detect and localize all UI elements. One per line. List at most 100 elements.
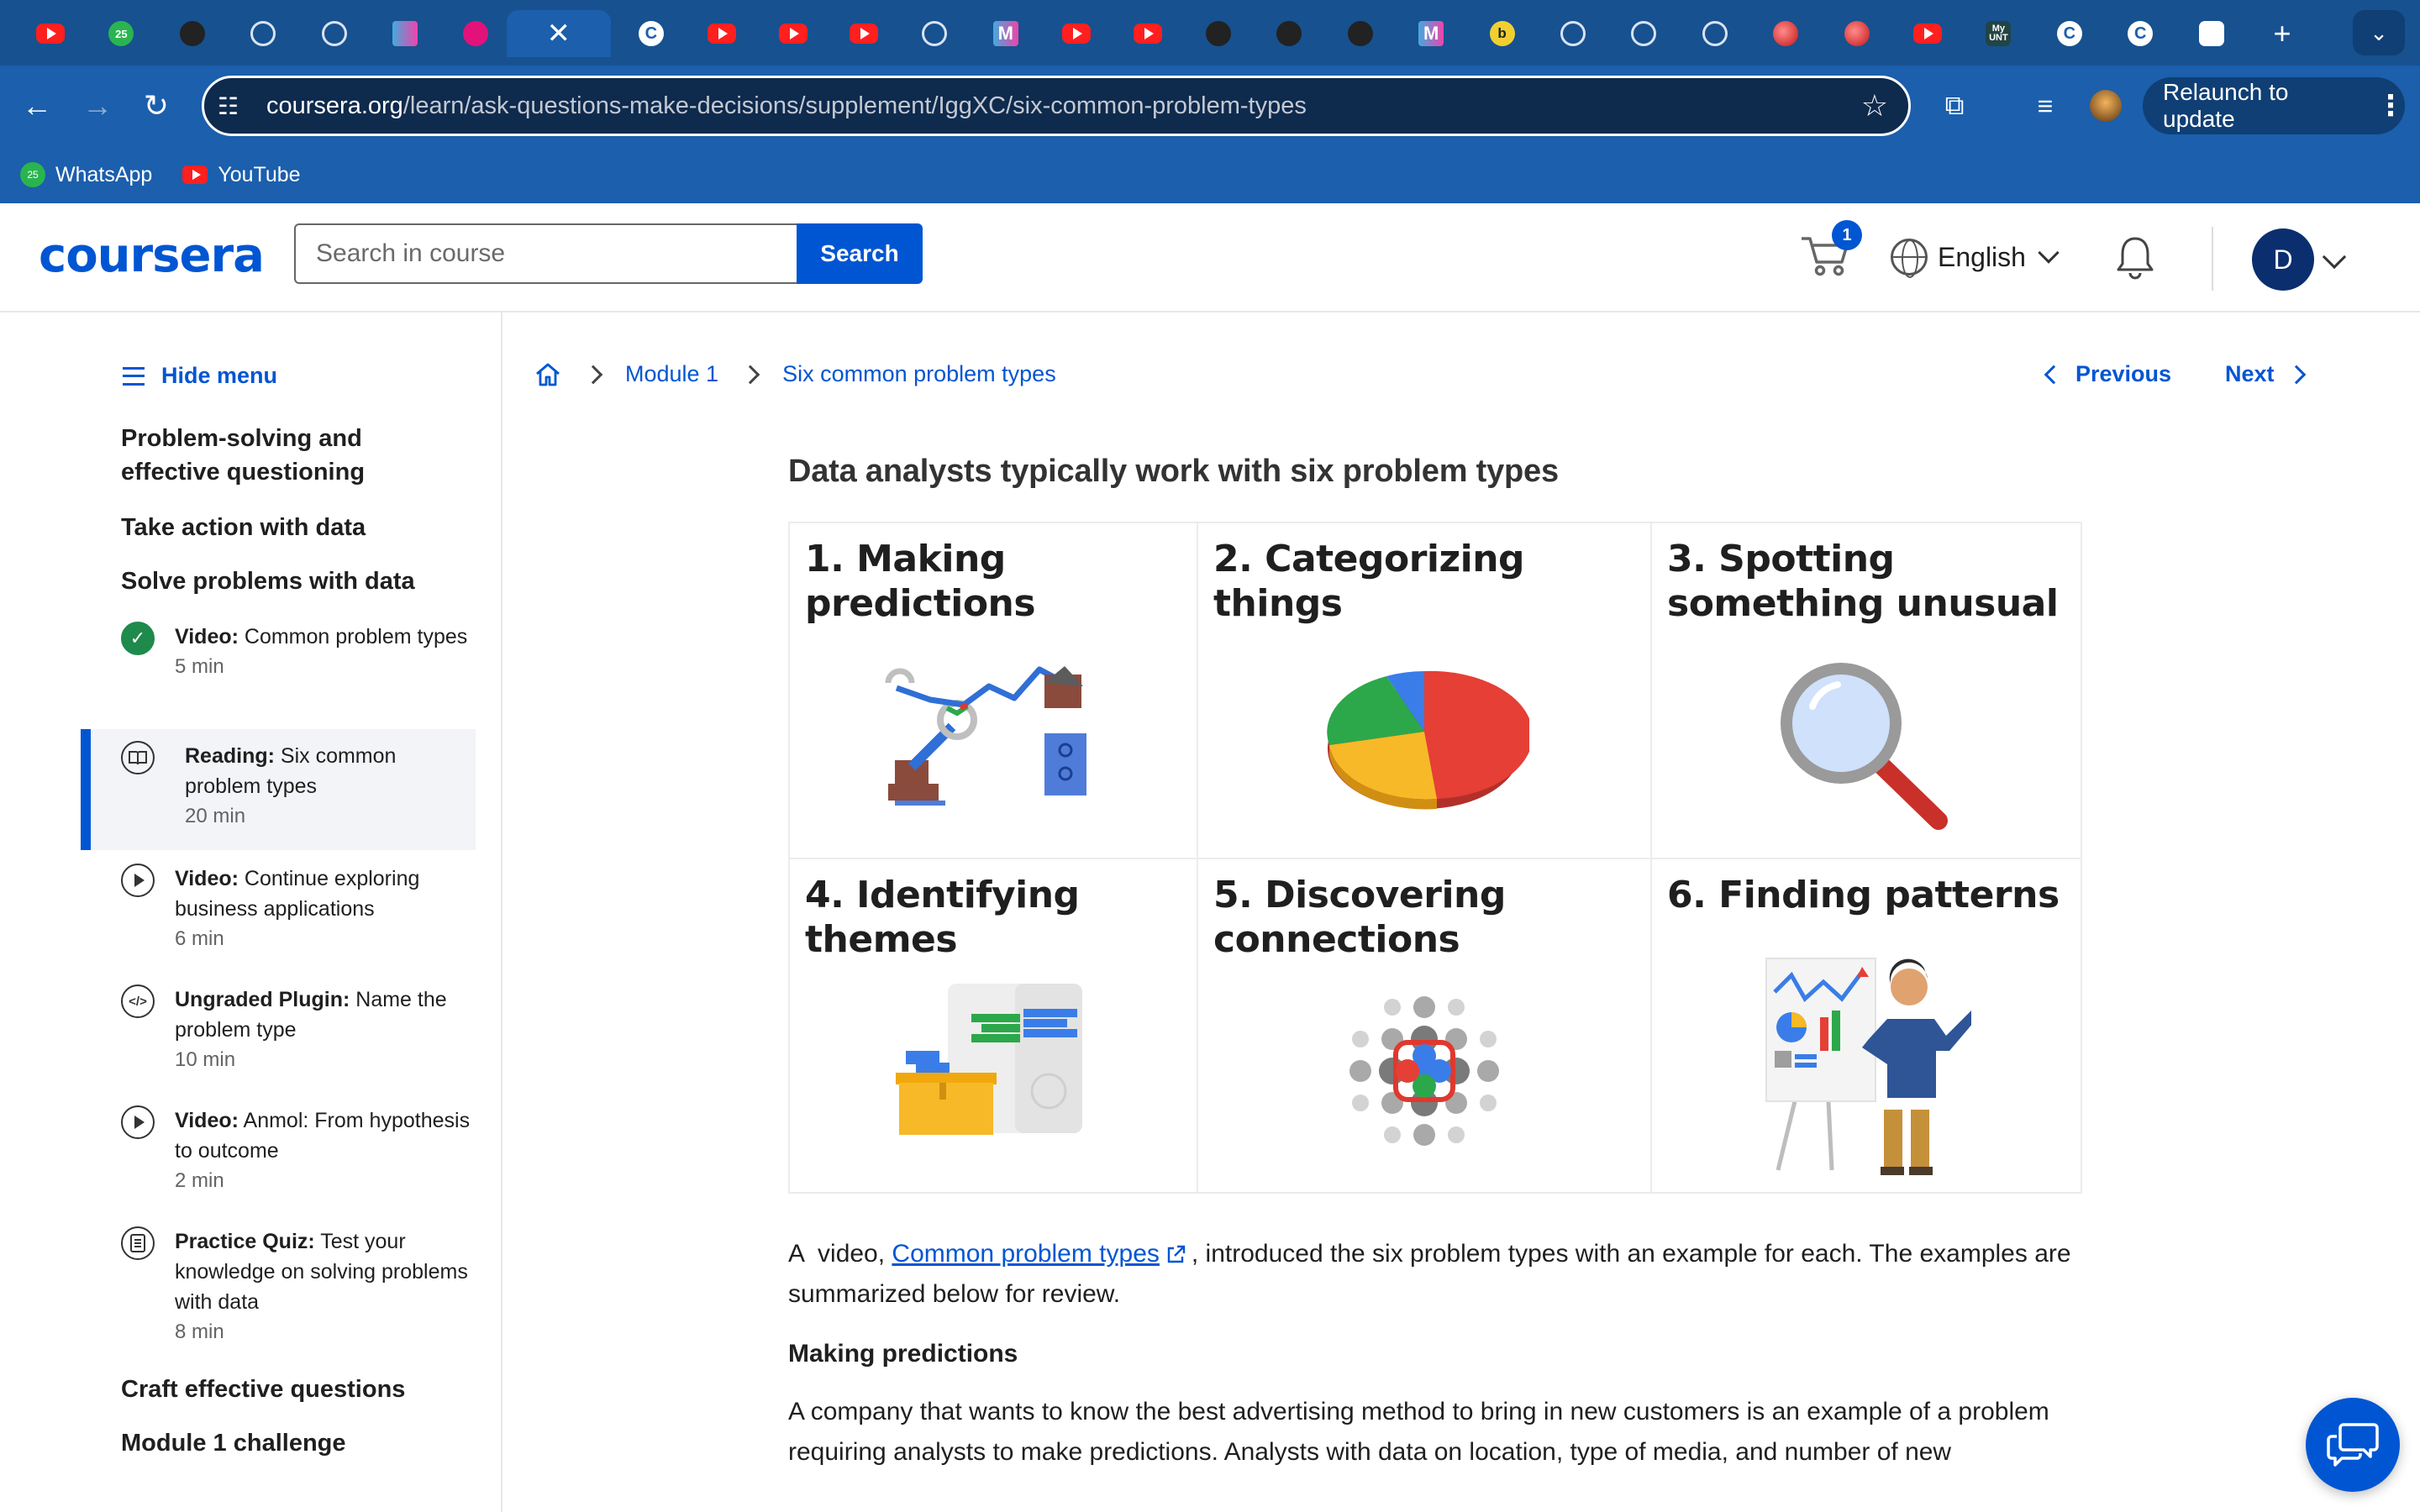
dots-network-icon [1349,996,1499,1146]
browser-tab[interactable] [2178,10,2245,57]
site-settings-icon[interactable]: ☷ [218,92,251,120]
tab-search-dropdown[interactable]: ⌄ [2353,10,2405,55]
course-sidebar: Hide menu Problem-solving and effective … [0,312,502,1512]
more-menu-icon[interactable]: ⋮ [2376,89,2405,123]
plus-icon[interactable]: + [2270,16,2295,50]
notifications-bell-icon[interactable] [2114,234,2156,281]
youtube-icon [708,24,737,44]
header-divider [2212,227,2213,291]
sidebar-item-practice-quiz[interactable]: Practice Quiz: Test your knowledge on so… [81,1226,476,1344]
browser-tab[interactable] [760,10,827,57]
coursera-icon: C [638,21,664,46]
problem-type-title: 2. Categorizing things [1213,538,1525,625]
extensions-icon[interactable]: ⧉ [1933,84,1976,128]
bookmark-whatsapp[interactable]: 25 WhatsApp [20,162,152,187]
bookmarks-bar: 25 WhatsApp YouTube [0,146,2420,203]
browser-tab[interactable] [1114,10,1181,57]
browser-tab[interactable]: C [2036,10,2103,57]
browser-tab[interactable] [688,10,755,57]
browser-tab[interactable] [442,10,509,57]
bookmark-youtube[interactable]: YouTube [182,163,301,187]
youtube-icon [36,24,65,44]
course-search-input[interactable] [294,223,798,284]
sidebar-item-video-common-problem-types[interactable]: ✓ Video: Common problem types 5 min [81,622,476,679]
external-link-icon[interactable] [1165,1244,1186,1266]
breadcrumb-separator-icon [740,365,760,384]
media-controls-icon[interactable]: ≡ [2023,84,2067,128]
coursera-logo[interactable]: coursera [39,228,265,283]
person-chart-board-icon [1765,958,1971,1175]
section-heading-making-predictions: Making predictions [788,1340,1018,1368]
browser-tab[interactable] [1681,10,1749,57]
sidebar-item-reading-six-problem-types[interactable]: Reading: Six common problem types 20 min [81,729,476,850]
sidebar-section-craft-questions[interactable]: Craft effective questions [121,1373,405,1406]
browser-tab[interactable]: My UNT [1965,10,2032,57]
browser-tab[interactable] [1539,10,1607,57]
common-problem-types-video-link[interactable]: Common problem types [892,1240,1159,1268]
browser-tab[interactable] [1327,10,1394,57]
tab-strip: 25 ✕ C M Mb My UNT C C + [0,0,2420,66]
sidebar-section-problem-solving[interactable]: Problem-solving and effective questionin… [121,422,407,489]
browser-tab[interactable]: 25 [87,10,155,57]
chevron-right-icon [2286,365,2306,384]
problem-type-card-6: 6. Finding patterns [1652,859,2081,1194]
url-text[interactable]: coursera.org/learn/ask-questions-make-de… [266,92,1307,120]
chat-support-button[interactable] [2306,1398,2400,1492]
browser-tab[interactable] [159,10,226,57]
reload-button[interactable]: ↻ [134,84,178,128]
browser-tab[interactable]: C [618,10,685,57]
browser-tab[interactable] [1043,10,1110,57]
browser-tab[interactable]: C [2107,10,2174,57]
browser-tab[interactable]: M [972,10,1039,57]
previous-button[interactable]: Previous [2044,361,2171,387]
close-icon[interactable]: ✕ [546,18,571,50]
sidebar-section-module-challenge[interactable]: Module 1 challenge [121,1426,346,1460]
breadcrumb-module-link[interactable]: Module 1 [625,361,718,387]
browser-tab-active[interactable]: ✕ [506,10,611,57]
sidebar-item-video-continue-exploring[interactable]: Video: Continue exploring business appli… [81,864,476,951]
youtube-icon [1133,24,1162,44]
back-button[interactable]: ← [15,84,59,128]
circle-icon [250,21,276,46]
browser-tab[interactable] [301,10,368,57]
home-icon[interactable] [534,362,561,387]
sidebar-item-video-anmol[interactable]: Video: Anmol: From hypothesis to outcome… [81,1105,476,1193]
address-bar[interactable]: ☷ coursera.org/learn/ask-questions-make-… [202,76,1911,136]
sidebar-item-plugin-name-problem-type[interactable]: </> Ungraded Plugin: Name the problem ty… [81,984,476,1072]
browser-tab[interactable] [1894,10,1961,57]
account-chevron-down-icon[interactable] [2322,244,2347,270]
whatsapp-icon: 25 [20,162,45,187]
browser-tab[interactable] [1185,10,1252,57]
browser-tab[interactable] [1823,10,1891,57]
browser-tab[interactable] [1255,10,1323,57]
problem-type-card-5: 5. Discovering connections [1198,859,1652,1194]
browser-tab[interactable] [901,10,968,57]
browser-tab[interactable]: + [2249,10,2316,57]
bookmark-star-icon[interactable]: ☆ [1861,88,1888,123]
browser-tab[interactable] [830,10,897,57]
making-predictions-paragraph: A company that wants to know the best ad… [788,1398,2049,1466]
problem-types-grid: 1. Making predictions 2. Categorizing th… [788,522,2082,1194]
browser-toolbar: ← → ↻ ☷ coursera.org/learn/ask-questions… [0,66,2420,146]
browser-tab[interactable] [229,10,297,57]
language-selector[interactable]: English [1891,239,2060,278]
sidebar-section-take-action[interactable]: Take action with data [121,511,366,544]
target-icon [1631,21,1657,46]
hide-menu-button[interactable]: Hide menu [123,363,277,389]
browser-tab[interactable] [17,10,84,57]
user-avatar[interactable]: D [2252,228,2314,291]
browser-tab[interactable] [1610,10,1677,57]
network-dot [1349,1060,1371,1082]
breadcrumb-page-link[interactable]: Six common problem types [782,361,1056,387]
browser-tab[interactable] [371,10,439,57]
browser-tab[interactable]: b [1469,10,1536,57]
sidebar-section-solve-problems[interactable]: Solve problems with data [121,564,415,598]
browser-tab[interactable]: M [1397,10,1465,57]
relaunch-button[interactable]: Relaunch to update ⋮ [2143,77,2405,134]
problem-type-title: 5. Discovering connections [1213,874,1506,961]
next-button[interactable]: Next [2225,361,2306,387]
profile-icon[interactable] [2084,84,2128,128]
search-button[interactable]: Search [797,223,923,284]
forward-button[interactable]: → [76,84,119,128]
browser-tab[interactable] [1752,10,1819,57]
